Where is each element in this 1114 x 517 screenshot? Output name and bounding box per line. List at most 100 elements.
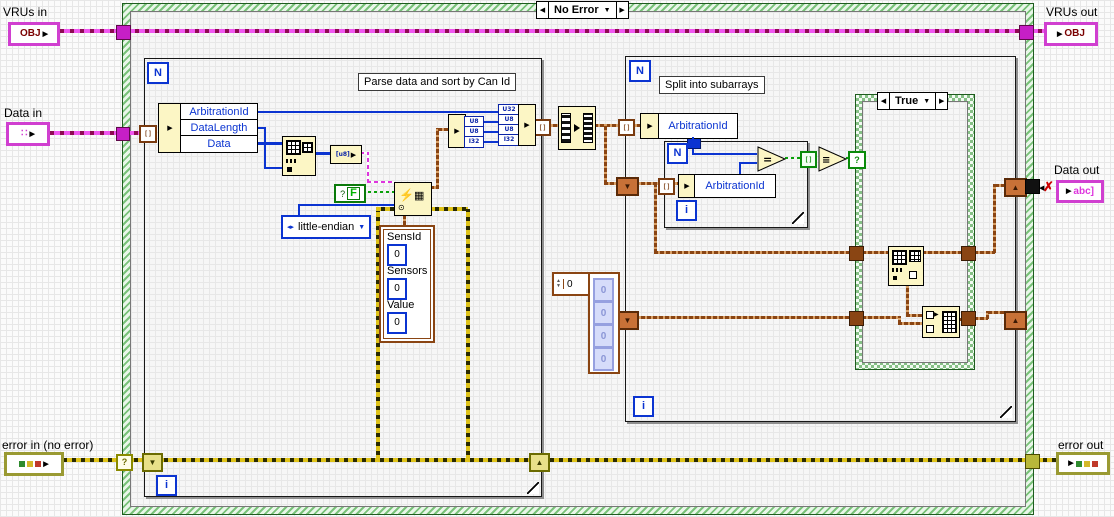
data-out-label: Data out bbox=[1054, 163, 1100, 177]
inner-loop-iteration-terminal[interactable]: i bbox=[676, 200, 697, 221]
input-arrow-icon: ▶ bbox=[1066, 188, 1072, 195]
case-selector-terminal[interactable]: ? bbox=[848, 151, 866, 169]
chevron-down-icon[interactable]: ▼ bbox=[923, 98, 930, 105]
type-cluster-constant[interactable]: SensId 0 Sensors 0 Value 0 bbox=[379, 225, 435, 343]
case-next-icon[interactable]: ▶ bbox=[935, 93, 947, 109]
shift-register-error-right[interactable]: ▲ bbox=[529, 453, 550, 472]
bundle-node[interactable]: ▶ bbox=[518, 104, 536, 146]
tunnel-case-right-top[interactable] bbox=[961, 246, 976, 261]
outer-case-selector[interactable]: ◀ No Error ▼ ▶ bbox=[536, 1, 629, 19]
and-array-elements-node[interactable]: ≡ bbox=[818, 146, 848, 172]
tunnel-autoindex-inner-in[interactable]: [ ] bbox=[658, 178, 675, 195]
outer-case-selector-terminal[interactable]: ? bbox=[116, 454, 133, 471]
input-arrow-icon: ▶ bbox=[1057, 30, 1063, 38]
tunnel-data-in[interactable] bbox=[116, 127, 130, 141]
unsorted-array-icon bbox=[561, 113, 571, 143]
array-subset-node[interactable] bbox=[282, 136, 316, 176]
subarray-grid-icon bbox=[909, 250, 921, 262]
tunnel-vrus-left[interactable] bbox=[116, 25, 131, 40]
array-cell-2[interactable]: 0 bbox=[593, 324, 614, 348]
wire-subset-out bbox=[314, 152, 330, 155]
true-case-selector[interactable]: ◀ True ▼ ▶ bbox=[877, 92, 949, 110]
byte-order-enum-constant[interactable]: ◂▸ little-endian ▼ bbox=[281, 215, 372, 239]
wire-sort-branch-h bbox=[604, 182, 616, 185]
shift-register-right-top[interactable]: ▲ bbox=[1004, 178, 1027, 197]
string-array-glyph: abc] bbox=[1073, 185, 1094, 197]
loop2-count-terminal[interactable]: N bbox=[629, 60, 651, 82]
tunnel-autoindex-bool-out[interactable]: [ ] bbox=[800, 151, 817, 168]
unbundle-field-data[interactable]: Data bbox=[180, 135, 258, 153]
wire-case-out2-c bbox=[988, 311, 1004, 314]
cluster-input-arrow-icon: ▶ bbox=[647, 123, 653, 130]
case-prev-icon[interactable]: ◀ bbox=[537, 2, 549, 18]
wire-tunnel-eq-h bbox=[692, 153, 757, 155]
error-out-label: error out bbox=[1058, 438, 1104, 452]
tunnel-case-right-bottom[interactable] bbox=[961, 311, 976, 326]
output-arrow-icon: ▶ bbox=[42, 30, 48, 38]
vrus-out-label: VRUs out bbox=[1046, 5, 1098, 19]
sensors-value[interactable]: 0 bbox=[387, 278, 407, 300]
case-prev-icon[interactable]: ◀ bbox=[878, 93, 890, 109]
inner-loop-count-terminal[interactable]: N bbox=[667, 143, 688, 164]
wire-to-case-top bbox=[654, 251, 849, 254]
wire-unflatten-out-b bbox=[436, 128, 439, 189]
wire-data-in bbox=[44, 131, 116, 135]
shift-register-error-left[interactable]: ▼ bbox=[142, 453, 163, 472]
wire-case-g bbox=[898, 322, 922, 325]
tunnel-error-out[interactable] bbox=[1025, 454, 1040, 469]
empty-array-constant[interactable]: 0 0 0 0 bbox=[588, 272, 620, 374]
array-cell-1[interactable]: 0 bbox=[593, 301, 614, 325]
byte-array-to-string-node[interactable]: [u8] ▶ bbox=[330, 145, 362, 164]
split-1d-array-node[interactable] bbox=[888, 246, 924, 286]
chevron-down-icon[interactable]: ▼ bbox=[358, 224, 365, 231]
case-next-icon[interactable]: ▶ bbox=[615, 2, 628, 18]
array-index-spinner[interactable]: ▲ ▼ 0 bbox=[552, 272, 592, 296]
unbundle-arbid-outer[interactable]: ▶ bbox=[640, 113, 660, 139]
loop1-iteration-terminal[interactable]: i bbox=[156, 475, 177, 496]
array-cell-0[interactable]: 0 bbox=[593, 278, 614, 302]
data-in-terminal[interactable]: ∷ ▶ bbox=[6, 122, 50, 146]
array-index-value[interactable]: 0 bbox=[564, 279, 573, 290]
vrus-in-terminal[interactable]: OBJ ▶ bbox=[8, 22, 60, 46]
unflatten-from-string-node[interactable]: ⚡ ▦ ⊙ bbox=[394, 182, 432, 216]
wire-cell1 bbox=[482, 121, 498, 123]
error-out-terminal[interactable]: ▶ bbox=[1056, 452, 1110, 475]
sensid-value[interactable]: 0 bbox=[387, 244, 407, 266]
tunnel-autoindex-data-in[interactable]: [ ] bbox=[139, 125, 157, 143]
cluster-field-sensid: SensId bbox=[387, 231, 422, 243]
equal-node[interactable]: = bbox=[757, 146, 787, 172]
output-array-grid-icon bbox=[942, 311, 957, 333]
tunnel-autoindex-bundle-out[interactable]: [ ] bbox=[534, 119, 551, 136]
and-glyph: ≡ bbox=[822, 155, 830, 166]
shift-register-left-top[interactable]: ▼ bbox=[616, 177, 639, 196]
wire-vrus-left bbox=[54, 29, 117, 33]
tunnel-vrus-right[interactable] bbox=[1019, 25, 1034, 40]
tunnel-data-out-broken[interactable] bbox=[1025, 179, 1040, 194]
array-cell-3[interactable]: 0 bbox=[593, 347, 614, 371]
tunnel-case-left-top[interactable] bbox=[849, 246, 864, 261]
shift-register-right-bottom[interactable]: ▲ bbox=[1004, 311, 1027, 330]
loop1-count-terminal[interactable]: N bbox=[147, 62, 169, 84]
build-array-node[interactable]: ▶ bbox=[922, 306, 960, 338]
loop2-iteration-terminal[interactable]: i bbox=[633, 396, 654, 417]
unbundle-arbid-outer-field[interactable]: ArbitrationId bbox=[658, 113, 738, 139]
wire-unflatten-out-c bbox=[438, 128, 448, 131]
data-out-terminal[interactable]: ▶ abc] bbox=[1056, 180, 1104, 203]
cluster-input-arrow-icon: ▶ bbox=[684, 183, 690, 190]
unflatten-bolt-icon: ⚡ bbox=[399, 188, 414, 202]
unbundle-arbid-inner-field[interactable]: ArbitrationId bbox=[694, 174, 776, 198]
tunnel-autoindex-loop2-in[interactable]: [ ] bbox=[618, 119, 635, 136]
spinner-arrows-icon[interactable]: ▲ ▼ bbox=[554, 279, 564, 289]
tunnel-case-left-bottom[interactable] bbox=[849, 311, 864, 326]
unbundle-by-name-node[interactable]: ▶ bbox=[158, 103, 182, 153]
error-in-terminal[interactable]: ▶ bbox=[4, 452, 64, 476]
labview-block-diagram: [ ] [ ] [ ] ▼ ▼ ▲ ▲ [ ] [ ] ? ? ▼ ▲ VRUs… bbox=[0, 0, 1114, 517]
vrus-out-terminal[interactable]: ▶ OBJ bbox=[1044, 22, 1098, 46]
sort-1d-array-node[interactable] bbox=[558, 106, 596, 150]
chevron-down-icon[interactable]: ▼ bbox=[604, 7, 611, 14]
wire-sr2-case bbox=[635, 316, 855, 319]
wire-error-3 bbox=[159, 458, 529, 462]
false-constant[interactable]: ? F bbox=[334, 184, 366, 203]
value-value[interactable]: 0 bbox=[387, 312, 407, 334]
broken-wire-x-icon[interactable]: ✗ bbox=[1043, 179, 1054, 195]
